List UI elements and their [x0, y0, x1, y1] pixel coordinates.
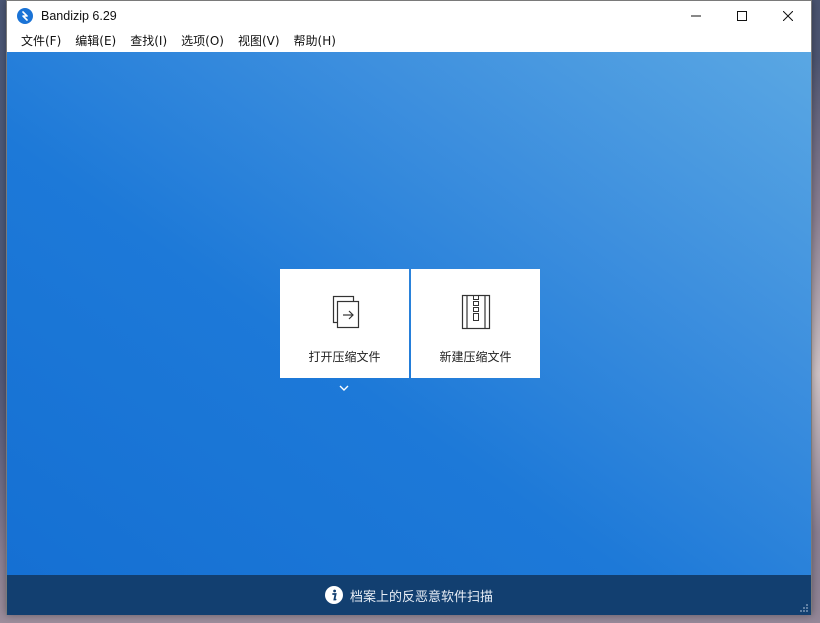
- open-archive-button[interactable]: 打开压缩文件: [280, 269, 409, 378]
- menu-find[interactable]: 查找(I): [123, 31, 174, 52]
- antimalware-scan-text: 档案上的反恶意软件扫描: [349, 589, 493, 605]
- bandizip-logo-icon: [17, 8, 33, 24]
- close-button[interactable]: [765, 1, 811, 31]
- minimize-icon: [691, 15, 701, 17]
- main-content: 打开压缩文件 新建压缩文件: [7, 52, 811, 575]
- new-archive-button[interactable]: 新建压缩文件: [411, 269, 540, 378]
- minimize-button[interactable]: [673, 1, 719, 31]
- status-bar[interactable]: 档案上的反恶意软件扫描: [7, 575, 811, 615]
- window-title: Bandizip 6.29: [41, 9, 117, 23]
- new-archive-icon: [461, 294, 490, 330]
- close-icon: [783, 11, 793, 21]
- new-archive-label: 新建压缩文件: [439, 350, 512, 364]
- open-archive-label: 打开压缩文件: [308, 350, 381, 364]
- window-controls: [673, 1, 811, 31]
- menu-edit[interactable]: 编辑(E): [68, 31, 123, 52]
- open-archive-icon: [332, 295, 359, 329]
- menu-file[interactable]: 文件(F): [14, 31, 68, 52]
- app-window: Bandizip 6.29 文件(F) 编辑(E) 查找(I) 选项(O) 视图…: [6, 0, 812, 615]
- resize-grip-icon[interactable]: [799, 603, 809, 613]
- maximize-button[interactable]: [719, 1, 765, 31]
- menu-view[interactable]: 视图(V): [231, 31, 287, 52]
- chevron-down-icon[interactable]: [338, 383, 350, 393]
- menu-bar: 文件(F) 编辑(E) 查找(I) 选项(O) 视图(V) 帮助(H): [7, 31, 811, 52]
- title-bar[interactable]: Bandizip 6.29: [7, 1, 811, 31]
- maximize-icon: [737, 11, 747, 21]
- menu-options[interactable]: 选项(O): [174, 31, 231, 52]
- menu-help[interactable]: 帮助(H): [287, 31, 343, 52]
- info-icon: [324, 586, 343, 604]
